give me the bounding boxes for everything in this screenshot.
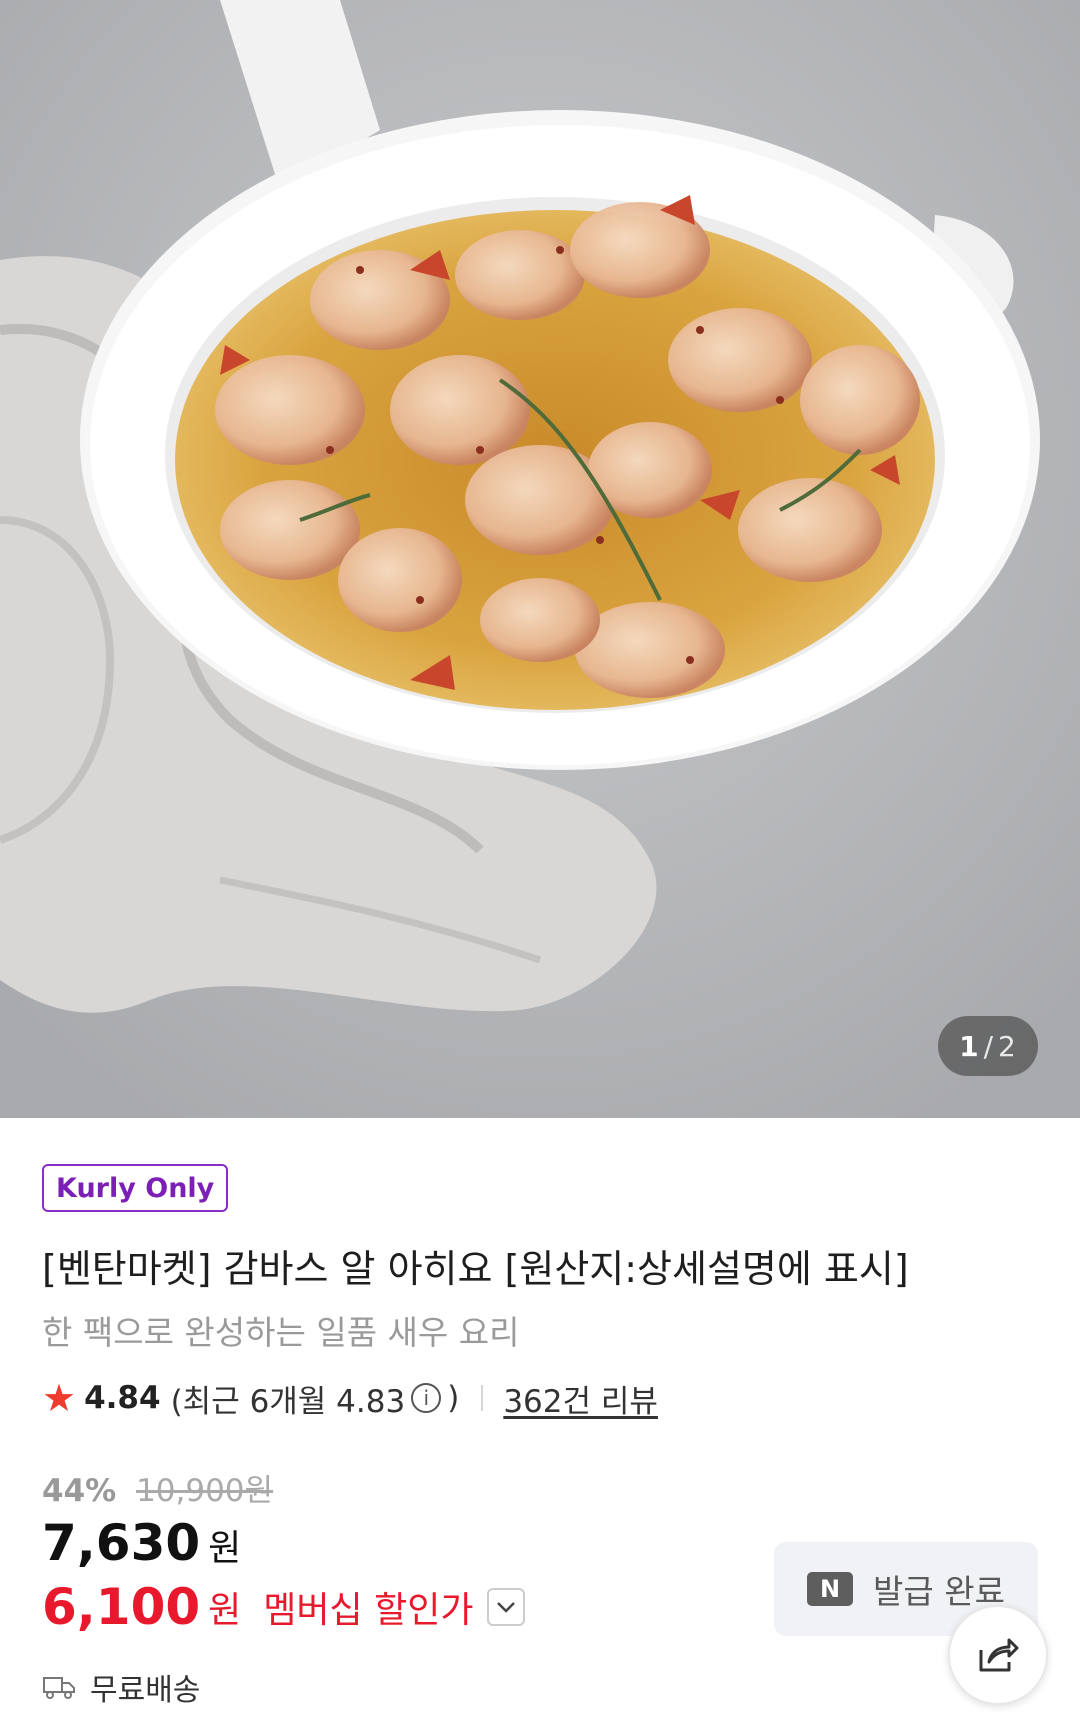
- info-icon[interactable]: i: [411, 1383, 442, 1413]
- chevron-down-icon: [497, 1602, 516, 1613]
- product-image-gallery[interactable]: 1 / 2: [0, 0, 1080, 1118]
- discount-row: 44% 10,900원: [42, 1465, 273, 1510]
- star-icon: ★: [42, 1376, 77, 1420]
- image-counter-separator: /: [983, 1029, 995, 1063]
- rating-score: 4.84: [84, 1380, 161, 1416]
- member-price: 6,100: [42, 1578, 201, 1636]
- share-icon: [979, 1638, 1019, 1672]
- discount-percent: 44%: [42, 1473, 117, 1509]
- product-info: Kurly Only [벤탄마켓] 감바스 알 아히요 [원산지:상세설명에 표…: [0, 1118, 1080, 1719]
- shipping-row: 무료배송: [42, 1665, 200, 1709]
- original-price: 10,900원: [136, 1473, 274, 1509]
- shipping-label: 무료배송: [90, 1673, 201, 1708]
- image-counter: 1 / 2: [938, 1016, 1038, 1076]
- product-subtitle: 한 팩으로 완성하는 일품 새우 요리: [42, 1313, 520, 1352]
- product-title: [벤탄마켓] 감바스 알 아히요 [원산지:상세설명에 표시]: [42, 1247, 909, 1291]
- rating-row: ★ 4.84 (최근 6개월 4.83 i ) 362건 리뷰: [42, 1376, 658, 1420]
- rating-recent-prefix: (최근 6개월 4.83: [170, 1383, 406, 1420]
- image-counter-current: 1: [959, 1029, 980, 1063]
- sale-price: 7,630: [42, 1514, 201, 1572]
- share-button[interactable]: [948, 1605, 1048, 1705]
- rating-recent-suffix: ): [447, 1380, 460, 1416]
- kurly-only-badge: Kurly Only: [42, 1164, 229, 1212]
- rating-divider: [481, 1385, 484, 1411]
- naver-icon: N: [807, 1572, 854, 1606]
- member-price-toggle[interactable]: [487, 1588, 526, 1626]
- reviews-link[interactable]: 362건 리뷰: [503, 1376, 658, 1421]
- member-price-unit: 원: [208, 1590, 242, 1631]
- product-image: [0, 0, 1080, 1118]
- sale-price-unit: 원: [208, 1528, 242, 1569]
- member-price-label: 멤버십 할인가: [263, 1590, 474, 1631]
- truck-icon: [42, 1674, 76, 1700]
- member-price-row: 6,100 원 멤버십 할인가: [42, 1578, 526, 1636]
- sale-price-row: 7,630 원: [42, 1514, 241, 1572]
- image-counter-total: 2: [998, 1029, 1017, 1063]
